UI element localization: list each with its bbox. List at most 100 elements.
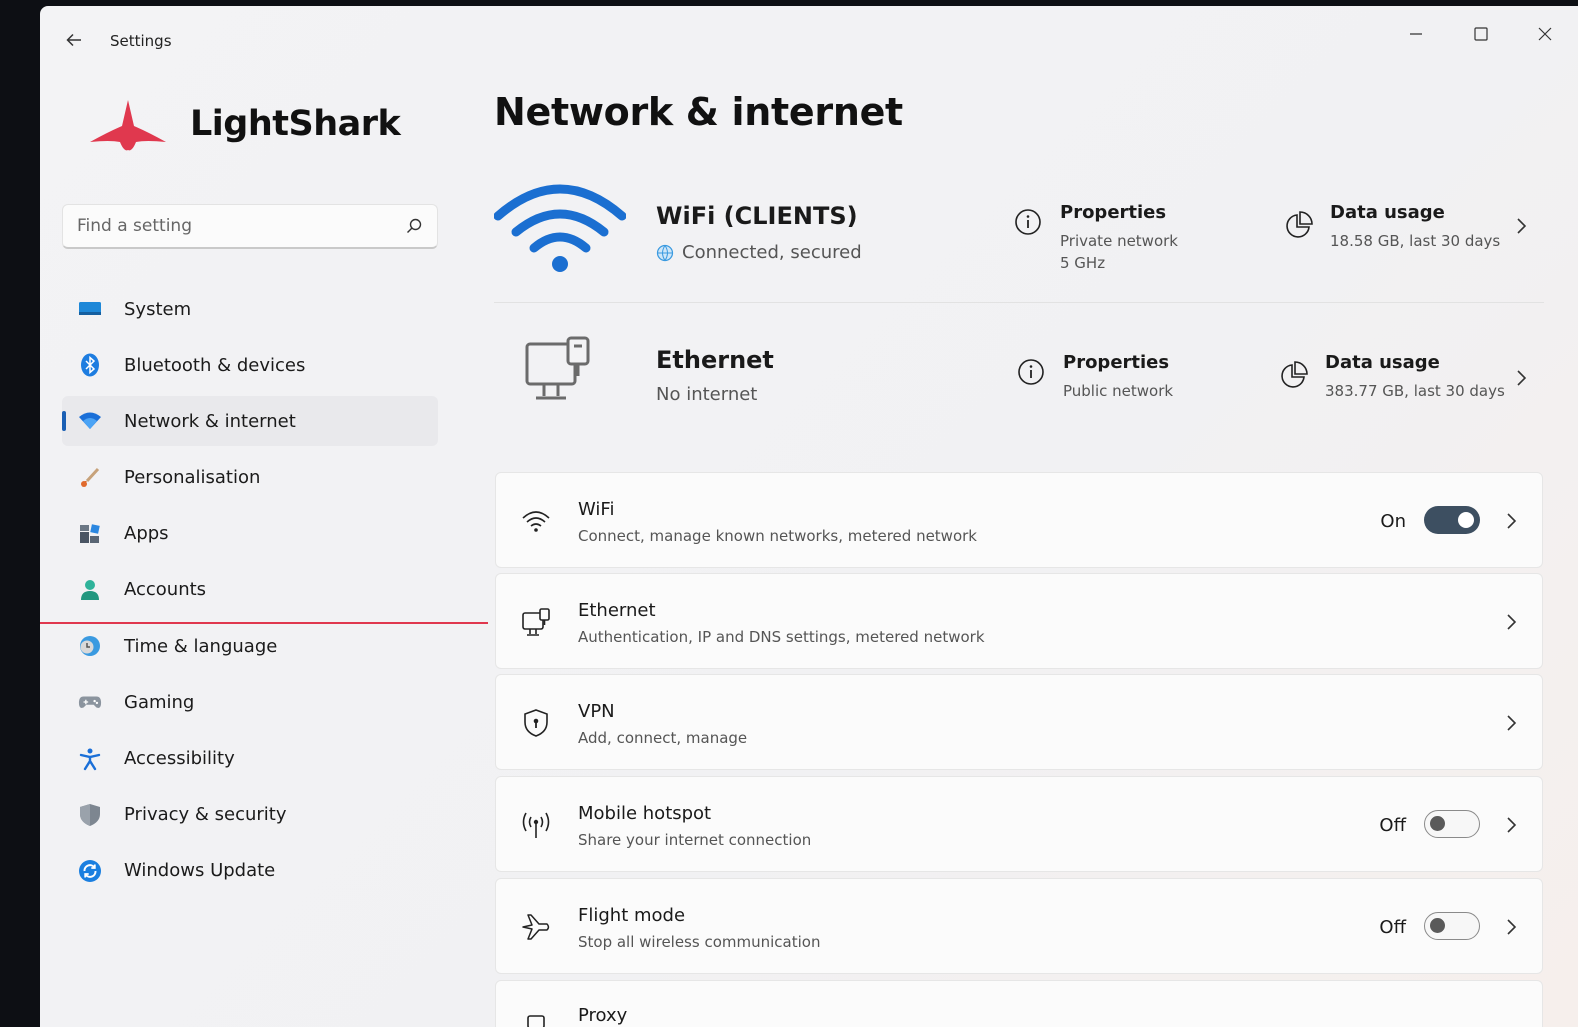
section-divider bbox=[494, 302, 1544, 303]
proxy-icon bbox=[520, 1011, 552, 1027]
chevron-right-icon[interactable] bbox=[1514, 368, 1528, 388]
ethernet-icon bbox=[520, 606, 552, 638]
search-icon[interactable] bbox=[405, 217, 423, 235]
card-subtitle: Connect, manage known networks, metered … bbox=[578, 527, 977, 545]
sidebar-item-apps[interactable]: Apps bbox=[62, 509, 438, 559]
wifi-data-usage-link[interactable]: Data usage 18.58 GB, last 30 days bbox=[1284, 202, 1500, 252]
airplane-icon bbox=[520, 911, 552, 943]
apps-icon bbox=[78, 522, 102, 546]
brush-icon bbox=[78, 466, 102, 490]
data-usage-title: Data usage bbox=[1325, 352, 1440, 373]
ethernet-large-icon bbox=[525, 336, 590, 400]
properties-title: Properties bbox=[1063, 352, 1170, 373]
sidebar-item-system[interactable]: System bbox=[62, 284, 438, 334]
vpn-settings-card[interactable]: VPN Add, connect, manage bbox=[495, 674, 1543, 770]
gamepad-icon bbox=[78, 690, 102, 714]
search-box[interactable] bbox=[62, 204, 438, 249]
sidebar-nav: System Bluetooth & devices Network & int… bbox=[62, 284, 438, 902]
red-guide-line bbox=[40, 622, 488, 624]
sidebar-item-label: Gaming bbox=[124, 691, 195, 713]
network-profile: Private network bbox=[1060, 232, 1178, 250]
ethernet-network-name: Ethernet bbox=[656, 346, 774, 374]
sidebar-item-label: Windows Update bbox=[124, 860, 276, 882]
hotspot-toggle[interactable] bbox=[1424, 810, 1480, 838]
settings-window: Settings LightShark System Bluetooth & d… bbox=[40, 6, 1578, 1027]
globe-icon bbox=[656, 244, 674, 261]
sidebar-item-label: Privacy & security bbox=[124, 804, 287, 826]
card-title: Flight mode bbox=[578, 905, 686, 926]
minimize-button[interactable] bbox=[1396, 16, 1436, 52]
sidebar-item-label: Network & internet bbox=[124, 410, 296, 432]
proxy-settings-card[interactable]: Proxy bbox=[495, 980, 1543, 1027]
flight-mode-card[interactable]: Flight mode Stop all wireless communicat… bbox=[495, 878, 1543, 974]
sidebar-item-gaming[interactable]: Gaming bbox=[62, 677, 438, 727]
chevron-right-icon bbox=[1507, 614, 1517, 630]
pie-chart-icon bbox=[1286, 211, 1313, 238]
vpn-shield-icon bbox=[520, 707, 552, 739]
card-title: Mobile hotspot bbox=[578, 803, 712, 824]
card-subtitle: Authentication, IP and DNS settings, met… bbox=[578, 628, 985, 646]
chevron-right-icon bbox=[1507, 513, 1517, 529]
shield-icon bbox=[78, 803, 102, 827]
ethernet-data-usage-link[interactable]: Data usage 383.77 GB, last 30 days bbox=[1279, 352, 1505, 402]
sidebar-item-label: Accessibility bbox=[124, 748, 235, 769]
card-title: Proxy bbox=[578, 1005, 628, 1026]
info-icon bbox=[1015, 209, 1041, 235]
network-profile: Public network bbox=[1063, 382, 1174, 400]
sidebar-item-time-language[interactable]: Time & language bbox=[62, 621, 438, 671]
sidebar-item-label: Accounts bbox=[124, 579, 207, 601]
chevron-right-icon bbox=[1507, 817, 1517, 833]
flight-mode-toggle[interactable] bbox=[1424, 912, 1480, 940]
chevron-right-icon[interactable] bbox=[1514, 216, 1528, 236]
maximize-button[interactable] bbox=[1461, 16, 1501, 52]
brand-logo: LightShark bbox=[86, 96, 401, 152]
sidebar-item-personalisation[interactable]: Personalisation bbox=[62, 453, 438, 503]
brand-name: LightShark bbox=[190, 104, 401, 144]
sidebar-item-label: Bluetooth & devices bbox=[124, 354, 306, 376]
person-icon bbox=[78, 578, 102, 602]
wifi-toggle[interactable] bbox=[1424, 506, 1480, 534]
title-bar: Settings bbox=[40, 6, 1578, 76]
wifi-status-text: Connected, secured bbox=[682, 242, 862, 263]
close-button[interactable] bbox=[1525, 16, 1565, 52]
search-input[interactable] bbox=[77, 216, 405, 236]
ethernet-settings-card[interactable]: Ethernet Authentication, IP and DNS sett… bbox=[495, 573, 1543, 669]
card-subtitle: Stop all wireless communication bbox=[578, 933, 821, 951]
system-icon bbox=[78, 297, 102, 321]
sidebar-item-accessibility[interactable]: Accessibility bbox=[62, 734, 438, 784]
sidebar-item-label: Time & language bbox=[124, 635, 278, 657]
lightshark-logo-icon bbox=[90, 100, 166, 151]
card-subtitle: Share your internet connection bbox=[578, 831, 812, 849]
wifi-icon bbox=[520, 505, 552, 537]
info-icon bbox=[1018, 359, 1044, 385]
accessibility-icon bbox=[78, 747, 102, 771]
back-button[interactable] bbox=[60, 26, 88, 54]
data-usage-detail: 18.58 GB, last 30 days bbox=[1330, 232, 1501, 250]
ethernet-status: No internet bbox=[656, 384, 758, 405]
ethernet-properties-link[interactable]: Properties Public network bbox=[1017, 352, 1173, 402]
data-usage-detail: 383.77 GB, last 30 days bbox=[1325, 382, 1505, 400]
back-arrow-icon bbox=[66, 33, 81, 47]
sidebar-item-label: Personalisation bbox=[124, 467, 261, 489]
close-icon bbox=[1538, 27, 1552, 41]
sidebar-item-label: Apps bbox=[124, 523, 169, 545]
wifi-properties-link[interactable]: Properties Private network 5 GHz bbox=[1014, 202, 1178, 274]
sidebar-item-privacy[interactable]: Privacy & security bbox=[62, 790, 438, 840]
card-subtitle: Add, connect, manage bbox=[578, 729, 748, 747]
hotspot-icon bbox=[520, 809, 552, 841]
sidebar-item-windows-update[interactable]: Windows Update bbox=[62, 846, 438, 896]
sidebar-item-network[interactable]: Network & internet bbox=[62, 396, 438, 447]
update-icon bbox=[78, 859, 102, 883]
sidebar-item-bluetooth[interactable]: Bluetooth & devices bbox=[62, 340, 438, 390]
card-title: VPN bbox=[578, 701, 615, 722]
wifi-large-icon bbox=[494, 184, 626, 272]
sidebar-item-accounts[interactable]: Accounts bbox=[62, 565, 438, 615]
properties-title: Properties bbox=[1060, 202, 1167, 223]
card-title: Ethernet bbox=[578, 600, 656, 621]
wifi-settings-card[interactable]: WiFi Connect, manage known networks, met… bbox=[495, 472, 1543, 568]
wifi-network-name: WiFi (CLIENTS) bbox=[656, 202, 858, 230]
hotspot-toggle-state: Off bbox=[1379, 815, 1406, 836]
ethernet-connection-summary: Ethernet No internet Properties Public n… bbox=[494, 326, 1544, 446]
mobile-hotspot-card[interactable]: Mobile hotspot Share your internet conne… bbox=[495, 776, 1543, 872]
flight-mode-toggle-state: Off bbox=[1379, 917, 1406, 938]
